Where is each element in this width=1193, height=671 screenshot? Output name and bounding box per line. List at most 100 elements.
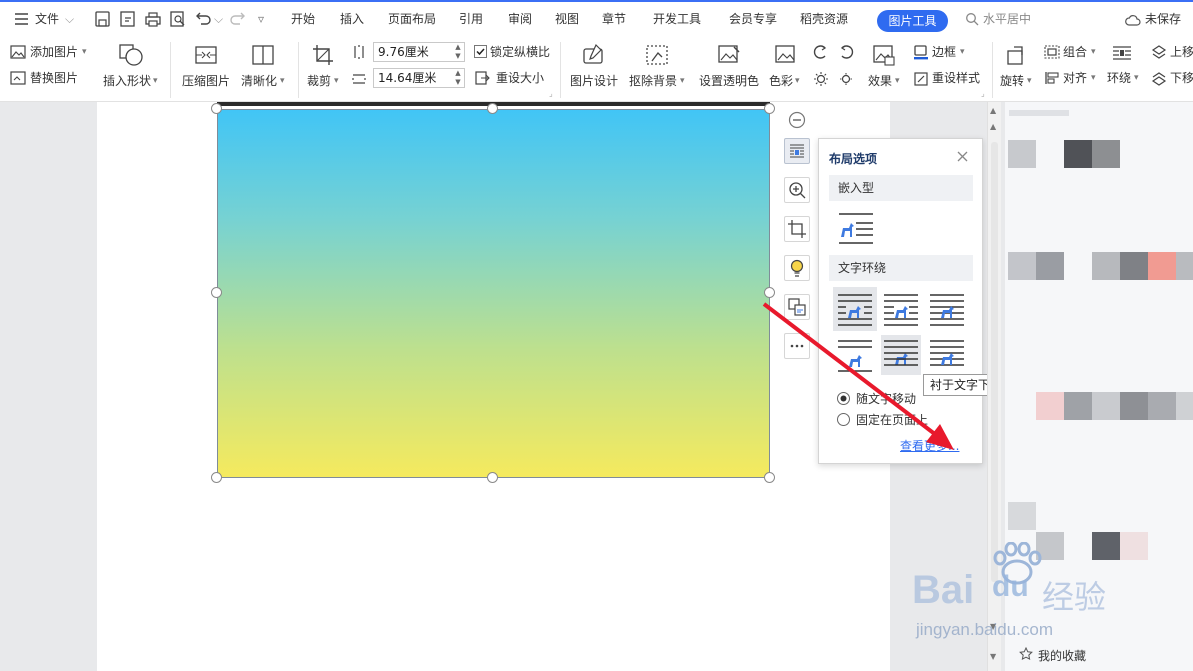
scroll-down-icon[interactable]: ▼ (990, 652, 996, 661)
file-menu[interactable]: 文件 (35, 11, 59, 27)
resize-handle-top-right[interactable] (764, 103, 775, 114)
picture-design-button[interactable]: 图片设计 (570, 73, 618, 89)
remove-background-button[interactable]: 抠除背景 (629, 73, 677, 89)
redo-icon[interactable] (229, 10, 247, 28)
unsaved-status[interactable]: 未保存 (1145, 11, 1181, 27)
group-dropdown-icon[interactable]: ▾ (1091, 44, 1096, 60)
tab-chapter[interactable]: 章节 (602, 11, 626, 27)
undo-dropdown-icon[interactable]: ⌵ (214, 11, 223, 27)
tab-view[interactable]: 视图 (555, 11, 579, 27)
wrap-text-dropdown-icon[interactable]: ▾ (1134, 70, 1139, 86)
page-up-icon[interactable]: ▲ (990, 122, 996, 131)
save-icon[interactable] (94, 10, 112, 28)
tab-review[interactable]: 审阅 (508, 11, 532, 27)
resize-handle-top[interactable] (487, 103, 498, 114)
undo-icon[interactable] (194, 10, 212, 28)
replace-picture-button[interactable]: 替换图片 (30, 70, 78, 86)
crop-button[interactable]: 裁剪 (307, 73, 331, 89)
gradient-image[interactable] (217, 109, 770, 478)
resize-handle-top-left[interactable] (211, 103, 222, 114)
scroll-thumb[interactable] (991, 142, 998, 582)
tab-page-layout[interactable]: 页面布局 (388, 11, 436, 27)
reset-size-button[interactable]: 重设大小 (496, 70, 544, 86)
picture-ideas-button[interactable] (784, 255, 810, 281)
print-preview-icon[interactable] (169, 10, 187, 28)
picture-design-icon[interactable] (580, 43, 606, 67)
style-dialog-launcher-icon[interactable]: ⌟ (981, 86, 985, 102)
contrast-up-icon[interactable] (813, 44, 829, 60)
color-dropdown-icon[interactable]: ▾ (795, 73, 800, 89)
reset-style-button[interactable]: 重设样式 (932, 70, 980, 86)
align-dropdown-icon[interactable]: ▾ (1091, 70, 1096, 86)
lock-ratio-checkbox[interactable] (474, 45, 487, 58)
insert-shape-icon[interactable] (117, 42, 145, 68)
tab-references[interactable]: 引用 (459, 11, 483, 27)
border-dropdown-icon[interactable]: ▾ (960, 44, 965, 60)
tab-start[interactable]: 开始 (291, 11, 315, 27)
tab-insert[interactable]: 插入 (340, 11, 364, 27)
tab-picture-tools[interactable]: 图片工具 (877, 10, 948, 32)
sharpen-dropdown-icon[interactable]: ▾ (280, 73, 285, 89)
bring-forward-button[interactable]: 上移 (1170, 44, 1193, 60)
border-button[interactable]: 边框 (932, 44, 956, 60)
resize-handle-bottom-left[interactable] (211, 472, 222, 483)
print-icon[interactable] (144, 10, 162, 28)
insert-shape-dropdown-icon[interactable]: ▾ (153, 73, 158, 89)
sharpen-button[interactable]: 清晰化 (241, 73, 277, 89)
set-transparent-button[interactable]: 设置透明色 (699, 73, 759, 89)
compress-picture-button[interactable]: 压缩图片 (182, 73, 230, 89)
wrap-inline-option[interactable] (836, 209, 876, 249)
remove-background-icon[interactable] (644, 43, 670, 67)
crop-picture-button[interactable] (784, 216, 810, 242)
chevron-down-icon[interactable]: ⌵ (65, 11, 74, 27)
add-picture-button[interactable]: 添加图片 (30, 44, 78, 60)
quick-access-dropdown-icon[interactable]: ▿ (258, 11, 264, 27)
brightness-down-icon[interactable] (838, 71, 854, 87)
search-icon[interactable] (965, 12, 979, 26)
lock-ratio-label[interactable]: 锁定纵横比 (490, 44, 550, 60)
tab-docer-resources[interactable]: 稻壳资源 (800, 11, 848, 27)
close-icon[interactable] (956, 150, 969, 163)
collapse-toolbar-icon[interactable] (788, 111, 806, 129)
group-button[interactable]: 组合 (1063, 44, 1087, 60)
rotate-button[interactable]: 旋转 (1000, 73, 1024, 89)
height-input[interactable]: 9.76厘米 ▲ ▼ (373, 42, 465, 62)
color-icon[interactable] (773, 43, 799, 67)
search-input[interactable]: 水平居中 (983, 11, 1031, 27)
resize-handle-bottom[interactable] (487, 472, 498, 483)
rotate-icon[interactable] (1004, 43, 1030, 67)
hamburger-icon[interactable] (13, 10, 31, 28)
crop-icon[interactable] (311, 43, 337, 67)
width-spinner-arrows[interactable]: ▲ ▼ (452, 69, 464, 87)
tab-membership[interactable]: 会员专享 (729, 11, 777, 27)
effects-dropdown-icon[interactable]: ▾ (895, 73, 900, 89)
sharpen-icon[interactable] (250, 43, 276, 67)
layout-options-icon (790, 144, 804, 158)
align-button[interactable]: 对齐 (1063, 70, 1087, 86)
width-input[interactable]: 14.64厘米 ▲ ▼ (373, 68, 465, 88)
rotate-dropdown-icon[interactable]: ▾ (1027, 73, 1032, 89)
wrap-text-button[interactable]: 环绕 (1107, 70, 1131, 86)
effects-button[interactable]: 效果 (868, 73, 892, 89)
insert-shape-button[interactable]: 插入形状 (103, 73, 151, 89)
color-button[interactable]: 色彩 (769, 73, 793, 89)
height-spinner-arrows[interactable]: ▲ ▼ (452, 43, 464, 61)
zoom-picture-button[interactable] (784, 177, 810, 203)
set-transparent-icon[interactable] (716, 43, 742, 67)
scroll-up-icon[interactable]: ▲ (990, 106, 996, 115)
contrast-down-icon[interactable] (838, 44, 854, 60)
add-picture-dropdown-icon[interactable]: ▾ (82, 44, 87, 60)
remove-background-dropdown-icon[interactable]: ▾ (680, 73, 685, 89)
resize-handle-left[interactable] (211, 287, 222, 298)
send-backward-button[interactable]: 下移 (1170, 70, 1193, 86)
crop-dropdown-icon[interactable]: ▾ (334, 73, 339, 89)
layout-options-button[interactable] (784, 138, 810, 164)
effects-icon[interactable] (871, 43, 897, 67)
size-dialog-launcher-icon[interactable]: ⌟ (549, 86, 553, 102)
resize-handle-right[interactable] (764, 287, 775, 298)
tab-developer[interactable]: 开发工具 (653, 11, 701, 27)
resize-handle-bottom-right[interactable] (764, 472, 775, 483)
compress-picture-icon[interactable] (193, 43, 219, 67)
export-pdf-icon[interactable] (119, 10, 137, 28)
brightness-up-icon[interactable] (813, 71, 829, 87)
